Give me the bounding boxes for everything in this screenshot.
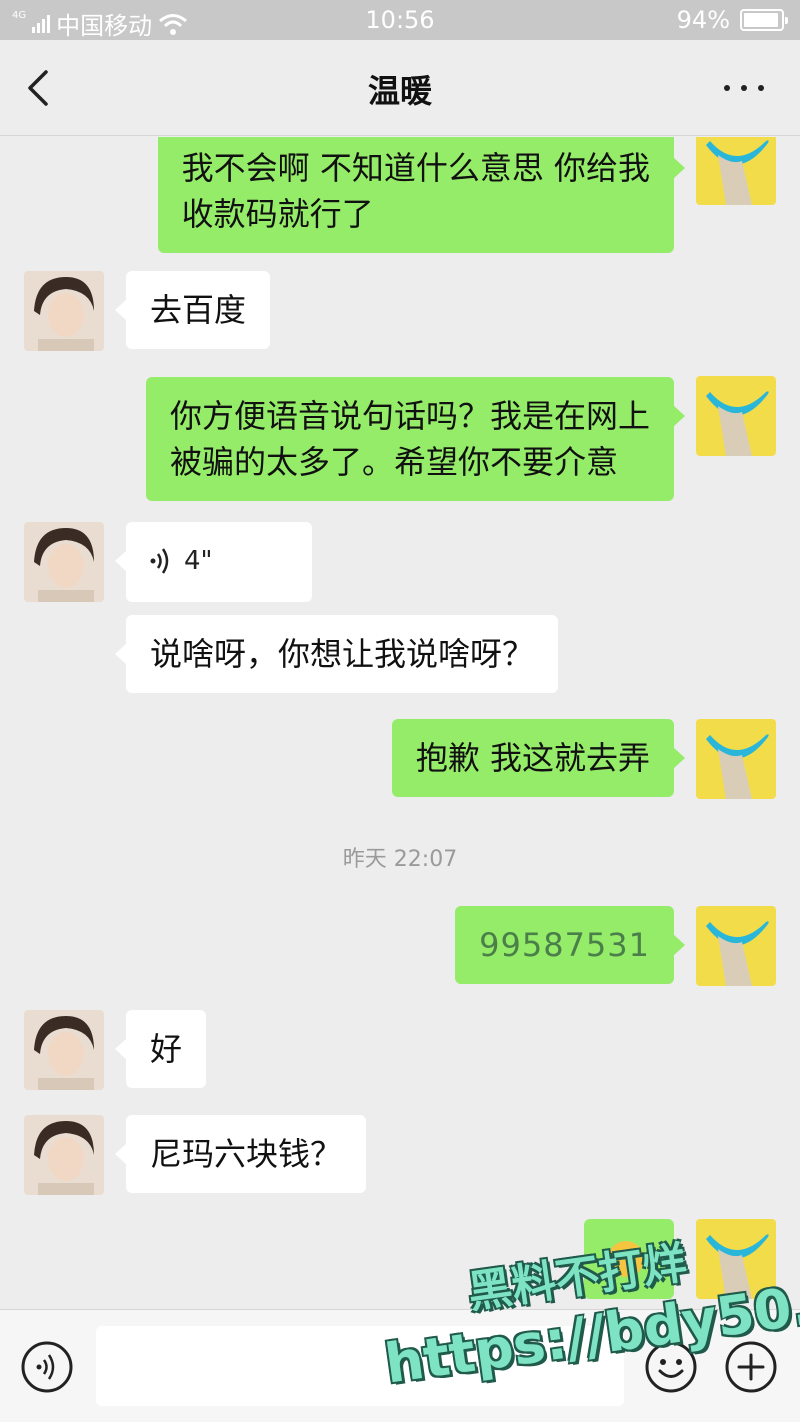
more-functions-button[interactable] <box>724 1340 778 1394</box>
voice-message: 4" <box>150 538 288 584</box>
message-text: 被骗的太多了。希望你不要介意 <box>169 443 618 481</box>
message-text: 说啥呀，你想让我说啥呀？ <box>150 635 535 673</box>
avatar-other[interactable] <box>24 1010 104 1090</box>
message-input[interactable] <box>96 1326 624 1406</box>
avatar-other[interactable] <box>24 522 104 602</box>
status-bar: 4G 中国移动 10:56 94% <box>0 0 800 40</box>
avatar-other[interactable] <box>24 271 104 351</box>
avatar-self[interactable] <box>696 137 776 205</box>
voice-input-button[interactable] <box>20 1340 74 1394</box>
message-list[interactable]: 我不会啊 不知道什么意思 你给我 收款码就行了 去百度 你方便语音说句话吗？我是… <box>0 137 800 1309</box>
avatar-self[interactable] <box>696 1219 776 1299</box>
voice-input-icon <box>21 1341 73 1393</box>
message-timestamp: 昨天 22:07 <box>342 847 458 872</box>
avatar-self[interactable] <box>696 376 776 456</box>
battery-percent: 94% <box>676 6 730 34</box>
message-text: 你方便语音说句话吗？我是在网上 <box>169 397 650 435</box>
emoji-button[interactable] <box>644 1340 698 1394</box>
message-text: 我不会啊 不知道什么意思 你给我 <box>181 149 650 187</box>
avatar-other[interactable] <box>24 1115 104 1195</box>
chat-title: 温暖 <box>367 72 432 110</box>
voice-wave-icon <box>150 548 169 574</box>
message-text: 99587531 <box>479 926 650 964</box>
chat-header: 温暖 <box>0 40 800 136</box>
message-bubble-other[interactable]: 说啥呀，你想让我说啥呀？ <box>114 615 559 693</box>
message-bubble-self[interactable]: 99587531 <box>455 906 685 984</box>
battery-icon <box>740 9 788 31</box>
emoji-icon <box>608 1241 644 1277</box>
message-bubble-self[interactable]: 抱歉 我这就去弄 <box>391 719 686 797</box>
emoji-message-bubble[interactable] <box>584 1219 685 1299</box>
plus-icon <box>725 1341 777 1393</box>
status-right: 94% <box>676 6 788 34</box>
message-text: 去百度 <box>150 291 247 329</box>
avatar-self[interactable] <box>696 906 776 986</box>
voice-message-bubble[interactable]: 4" <box>115 522 312 602</box>
ellipsis-icon <box>724 85 730 91</box>
message-text: 尼玛六块钱？ <box>150 1135 343 1173</box>
message-text: 好 <box>150 1030 183 1068</box>
message-bubble-other[interactable]: 好 <box>114 1010 207 1088</box>
message-bubble-self[interactable]: 你方便语音说句话吗？我是在网上 被骗的太多了。希望你不要介意 <box>145 377 686 501</box>
avatar-self[interactable] <box>696 719 776 799</box>
message-bubble-other[interactable]: 尼玛六块钱？ <box>114 1115 367 1193</box>
more-button[interactable] <box>724 80 764 96</box>
input-bar <box>0 1309 800 1422</box>
message-text: 抱歉 我这就去弄 <box>415 739 650 777</box>
message-bubble-other[interactable]: 去百度 <box>114 271 271 349</box>
message-bubble-self[interactable]: 我不会啊 不知道什么意思 你给我 收款码就行了 <box>157 137 686 253</box>
voice-duration: 4" <box>184 546 213 576</box>
smiley-icon <box>645 1341 697 1393</box>
message-text: 收款码就行了 <box>181 195 374 233</box>
